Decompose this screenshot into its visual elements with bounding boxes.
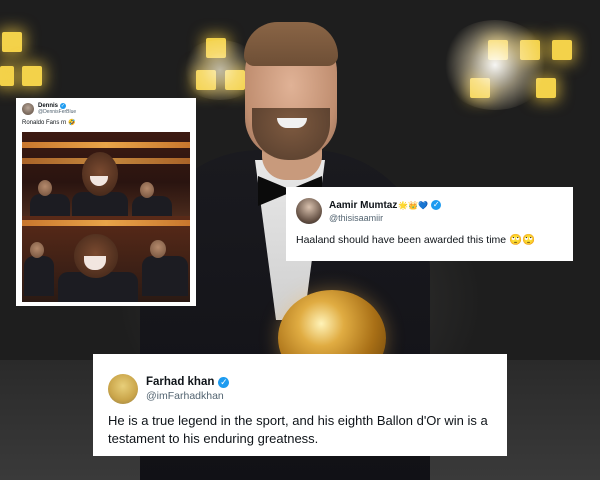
stage-light — [22, 66, 42, 86]
crowd-person — [24, 256, 54, 296]
eye-roll-emoji-icon: 🙄🙄 — [509, 234, 536, 246]
stage-light — [552, 40, 572, 60]
theater-balcony — [22, 142, 190, 148]
crowd-person — [142, 256, 188, 296]
media-frame-bottom — [22, 216, 190, 302]
verified-badge-icon: ✓ — [431, 200, 442, 210]
tweet-card-farhad[interactable]: Farhad khan ✓ @imFarhadkhan He is a true… — [93, 354, 507, 456]
laughing-face — [82, 152, 118, 196]
crowd-face — [140, 182, 154, 198]
stage-light — [0, 66, 14, 86]
tweet-text: Ronaldo Fans rn 🤣 — [22, 119, 190, 126]
laughing-emoji-icon: 🤣 — [68, 120, 76, 126]
tweet-header: Farhad khan ✓ @imFarhadkhan — [108, 374, 493, 404]
spotlight-glow — [440, 20, 550, 110]
tweet-author-row: Aamir Mumtaz 🌟👑💙 ✓ — [329, 200, 442, 211]
verified-badge-icon: ✓ — [218, 376, 230, 388]
crowd-person — [132, 196, 172, 216]
tweet-author-handle[interactable]: @thisisaamiir — [329, 213, 441, 223]
tweet-author-handle[interactable]: @DennisFerBlue — [38, 109, 76, 115]
tweet-author-handle[interactable]: @imFarhadkhan — [146, 390, 229, 402]
tweet-text: Haaland should have been awarded this ti… — [296, 233, 563, 246]
crowd-face — [30, 242, 44, 258]
tweet-author-name[interactable]: Farhad khan — [146, 376, 214, 388]
person-hair — [244, 22, 338, 66]
theater-balcony — [22, 220, 190, 226]
avatar[interactable] — [296, 198, 322, 224]
avatar[interactable] — [108, 374, 138, 404]
tweet-text: He is a true legend in the sport, and hi… — [108, 413, 488, 446]
media-frame-top — [22, 132, 190, 216]
tweet-author-name[interactable]: Aamir Mumtaz — [329, 200, 397, 211]
tweet-header: Dennis ✓ @DennisFerBlue — [22, 103, 190, 115]
crowd-person — [30, 194, 70, 216]
crowd-face — [150, 240, 166, 258]
tweet-card-aamir[interactable]: Aamir Mumtaz 🌟👑💙 ✓ @thisisaamiir Haaland… — [286, 187, 573, 261]
tweet-card-dennis[interactable]: Dennis ✓ @DennisFerBlue Ronaldo Fans rn … — [16, 98, 196, 306]
tweet-author-meta: Aamir Mumtaz 🌟👑💙 ✓ @thisisaamiir — [329, 200, 442, 223]
tweet-author-meta: Farhad khan ✓ @imFarhadkhan — [146, 376, 230, 402]
crowd-face — [38, 180, 52, 196]
tweet-header: Aamir Mumtaz 🌟👑💙 ✓ @thisisaamiir — [296, 198, 563, 224]
tweet-media-image[interactable] — [22, 132, 190, 302]
tweet-author-row: Farhad khan ✓ — [146, 376, 230, 388]
stage-light — [2, 32, 22, 52]
name-emojis: 🌟👑💙 — [398, 200, 429, 210]
tweet-text-content: Haaland should have been awarded this ti… — [296, 234, 507, 246]
tweet-text-content: Ronaldo Fans rn — [22, 120, 67, 126]
avatar[interactable] — [22, 103, 34, 115]
